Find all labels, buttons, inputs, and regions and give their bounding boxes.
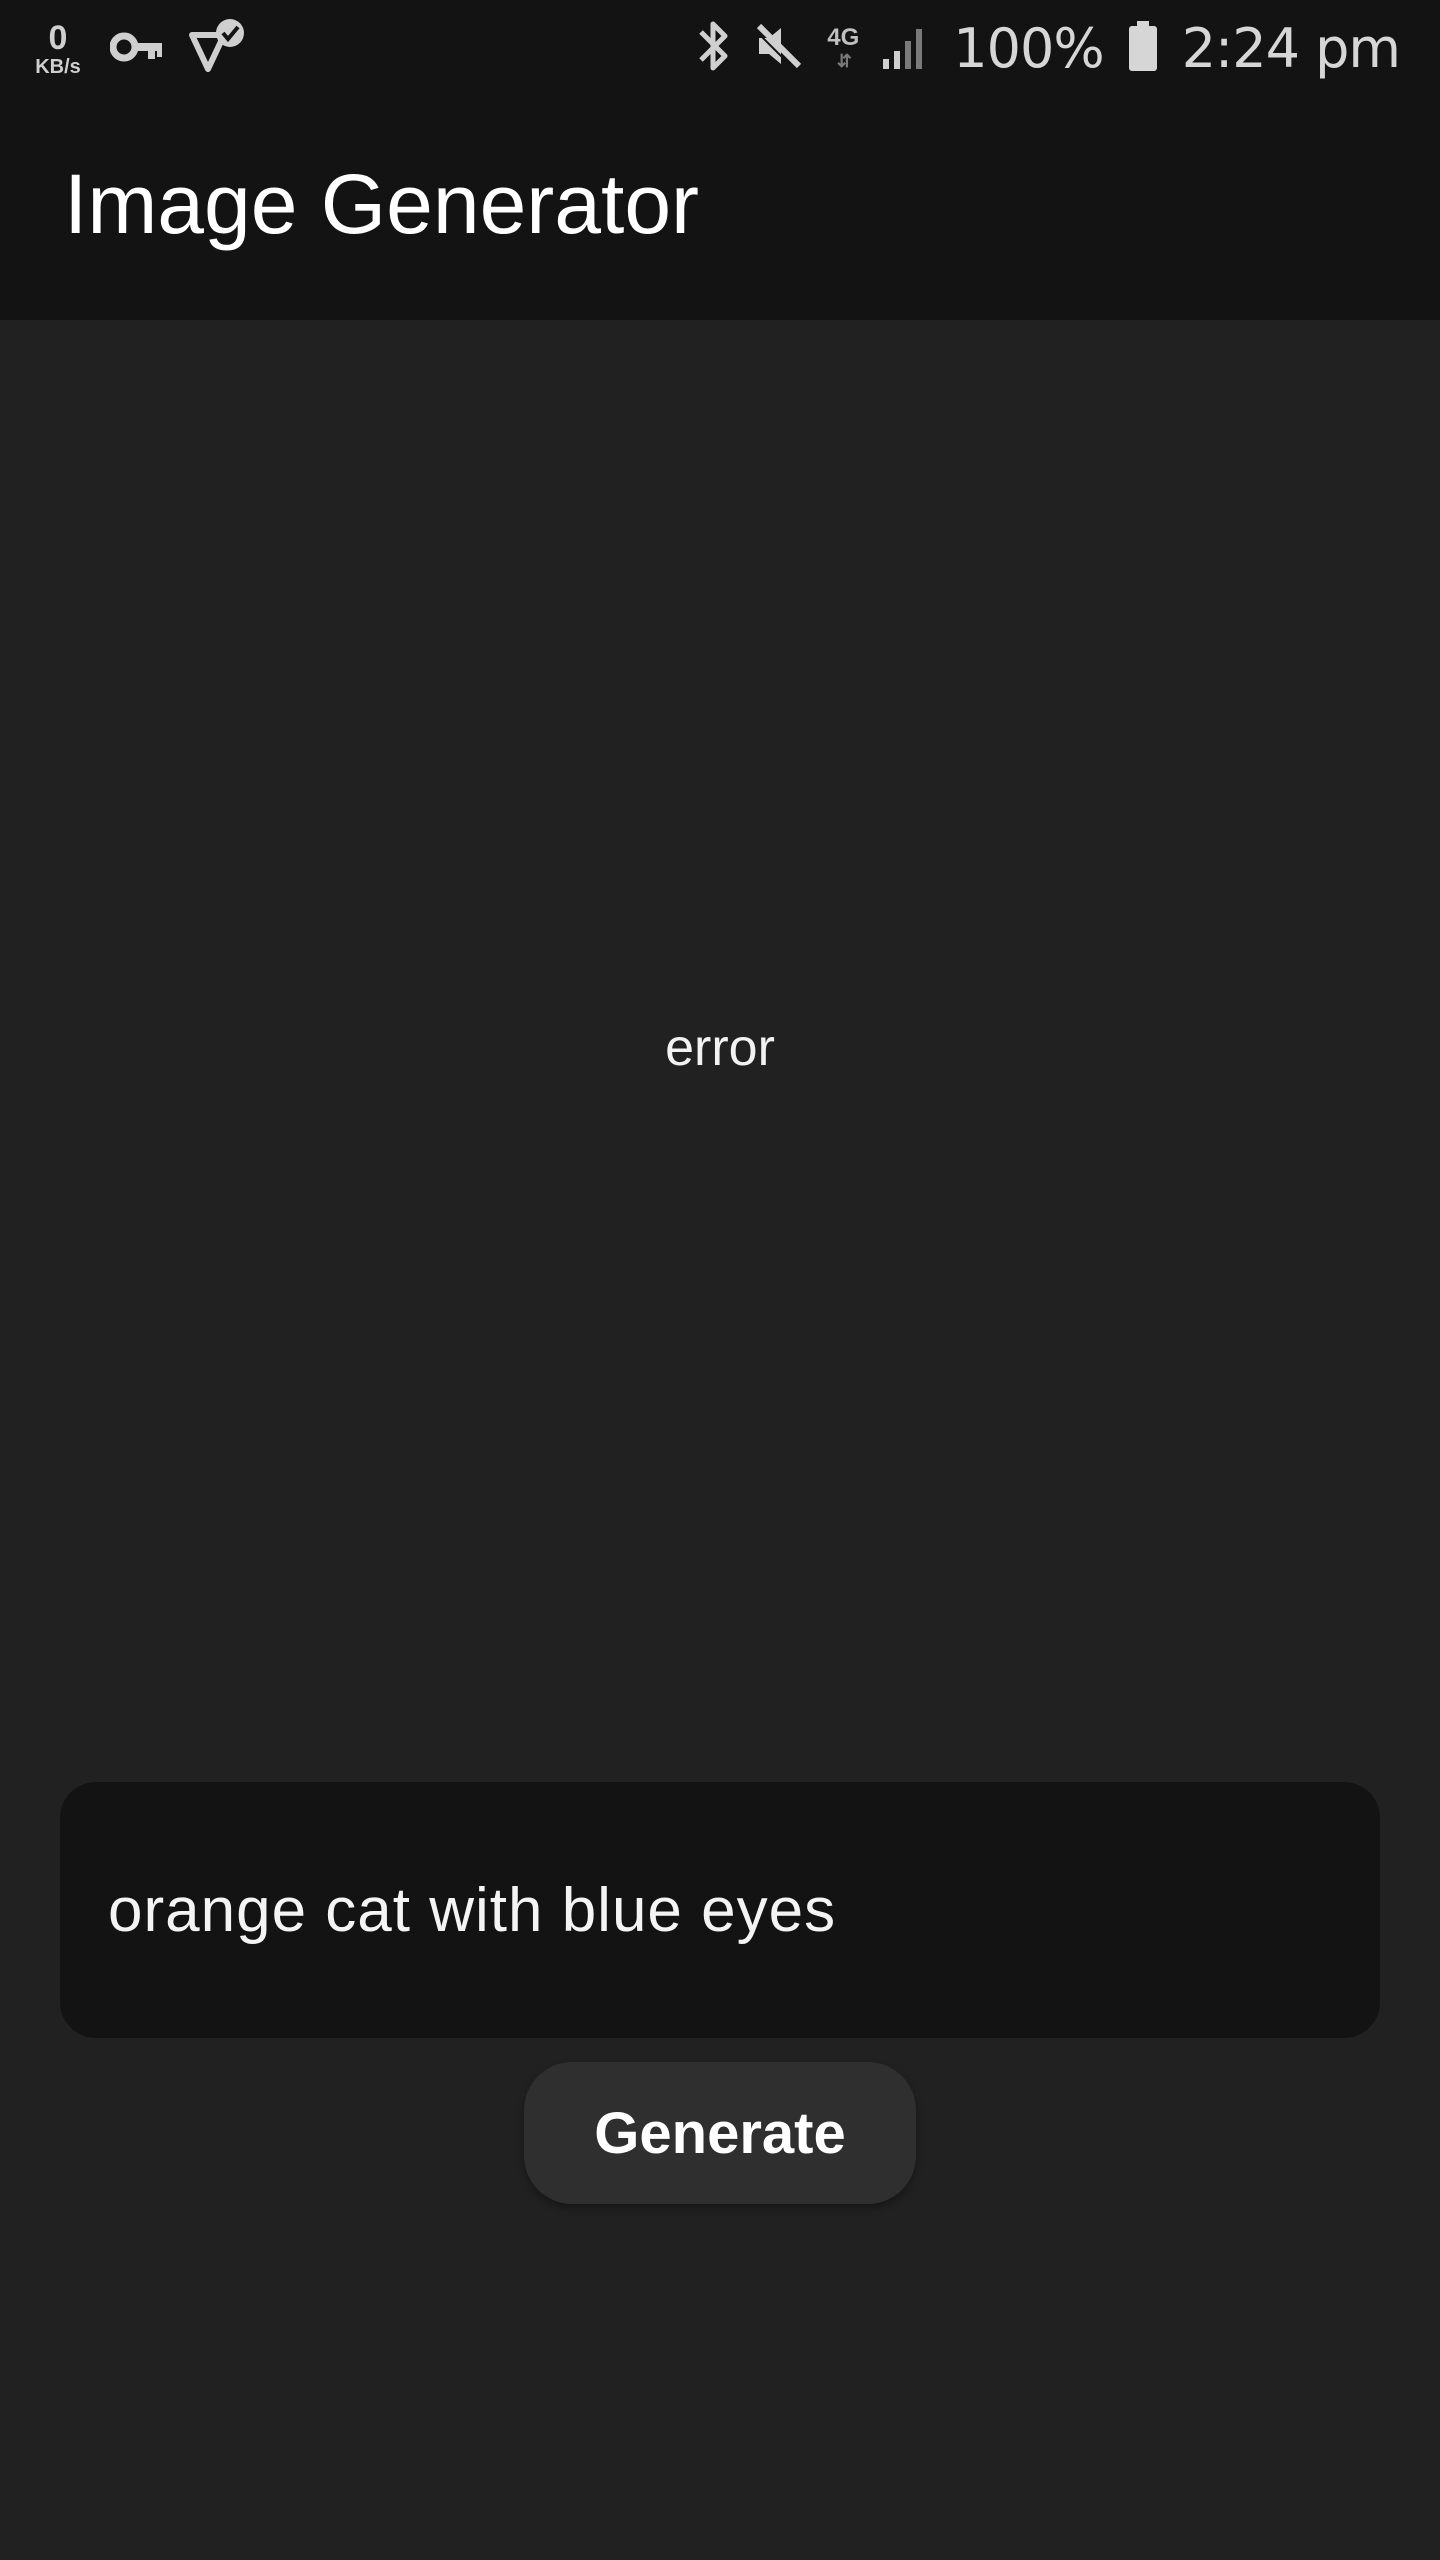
prompt-input[interactable] [108,1782,1332,2038]
page-title: Image Generator [64,157,700,251]
signal-icon [881,21,931,76]
battery-icon [1126,19,1160,78]
net-speed-indicator: 0 KB/s [28,21,88,77]
app-bar: Image Generator [0,96,1440,320]
net-speed-unit: KB/s [35,56,81,78]
location-check-icon [188,17,248,82]
status-message: error [665,1019,775,1077]
status-bar-left: 0 KB/s [28,14,248,84]
data-arrows-icon: ⇵ [836,51,852,71]
mute-icon [753,20,805,77]
status-bar-right: 4G ⇵ 100% 2:24 pm [695,10,1401,86]
vpn-key-icon [109,27,166,72]
bluetooth-icon [695,18,731,79]
net-speed-value: 0 [48,19,68,57]
status-bar: 0 KB/s 4G ⇵ 100% 2:24 pm [0,0,1440,96]
network-type-indicator: 4G ⇵ [827,24,860,71]
prompt-field-container [60,1782,1380,2038]
network-type-label: 4G [827,24,860,51]
generate-button[interactable]: Generate [524,2062,916,2204]
main-content: error Generate [0,320,1440,2560]
clock: 2:24 pm [1181,16,1401,80]
app-screen: 0 KB/s 4G ⇵ 100% 2:24 pm Image Generator… [0,0,1440,2560]
battery-percent: 100% [953,16,1104,80]
